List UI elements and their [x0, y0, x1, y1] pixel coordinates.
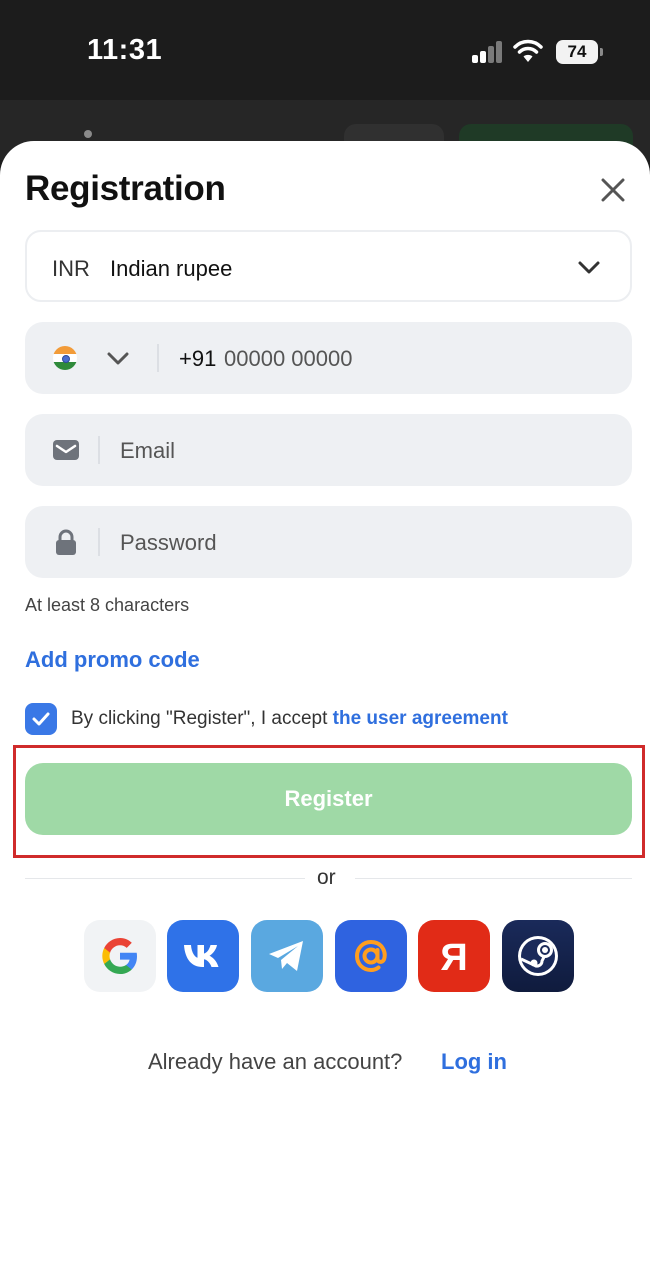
yandex-login-button[interactable]: Я [418, 920, 490, 992]
close-icon [601, 178, 625, 202]
google-icon [102, 938, 137, 974]
chevron-down-icon[interactable] [105, 345, 131, 371]
or-divider-text: or [317, 866, 336, 889]
telegram-icon [269, 941, 303, 971]
email-placeholder: Email [120, 438, 176, 463]
vk-login-button[interactable] [167, 920, 239, 992]
google-login-button[interactable] [84, 920, 156, 992]
steam-icon [518, 936, 558, 976]
phone-field[interactable]: +91 00000 00000 [25, 322, 632, 394]
phone-placeholder: 00000 00000 [224, 346, 353, 371]
agreement-checkbox[interactable] [25, 703, 57, 735]
currency-code: INR [52, 256, 90, 281]
telegram-login-button[interactable] [251, 920, 323, 992]
yandex-icon: Я [440, 937, 467, 978]
register-button[interactable]: Register [25, 763, 632, 835]
email-field[interactable]: Email [25, 414, 632, 486]
status-time: 11:31 [87, 34, 163, 66]
password-field[interactable]: Password [25, 506, 632, 578]
page-title: Registration [25, 169, 226, 208]
wifi-icon [513, 39, 543, 62]
envelope-icon [53, 440, 79, 460]
close-button[interactable] [594, 171, 632, 209]
field-divider [157, 344, 159, 372]
field-divider [98, 528, 100, 556]
mail-ru-login-button[interactable] [335, 920, 407, 992]
chevron-down-icon [578, 261, 600, 274]
registration-sheet: Registration INR Indian rupee +91 00000 … [0, 141, 650, 1280]
already-have-account-text: Already have an account? [148, 1049, 403, 1074]
password-hint: At least 8 characters [25, 595, 190, 615]
svg-text:Я: Я [440, 937, 467, 978]
vk-icon [184, 945, 219, 967]
status-bar: 11:31 74 [0, 0, 650, 100]
user-agreement-link[interactable]: the user agreement [333, 708, 508, 729]
battery-indicator: 74 [556, 40, 603, 64]
background-dot [84, 130, 92, 138]
agreement-label: By clicking "Register", I accept [71, 708, 333, 729]
login-link[interactable]: Log in [441, 1049, 507, 1075]
password-placeholder: Password [120, 530, 217, 555]
field-divider [98, 436, 100, 464]
divider-line [25, 878, 305, 879]
phone-prefix: +91 [179, 346, 217, 371]
agreement-text: By clicking "Register", I accept the use… [71, 708, 508, 730]
steam-login-button[interactable] [502, 920, 574, 992]
lock-icon [56, 529, 76, 555]
mail-ru-icon [354, 939, 387, 973]
checkmark-icon [32, 712, 50, 726]
currency-name: Indian rupee [110, 256, 233, 281]
signal-icon [472, 41, 504, 63]
add-promo-code-link[interactable]: Add promo code [25, 647, 200, 673]
divider-line [355, 878, 632, 879]
india-flag-icon[interactable] [53, 346, 77, 370]
currency-select[interactable]: INR Indian rupee [25, 230, 632, 302]
